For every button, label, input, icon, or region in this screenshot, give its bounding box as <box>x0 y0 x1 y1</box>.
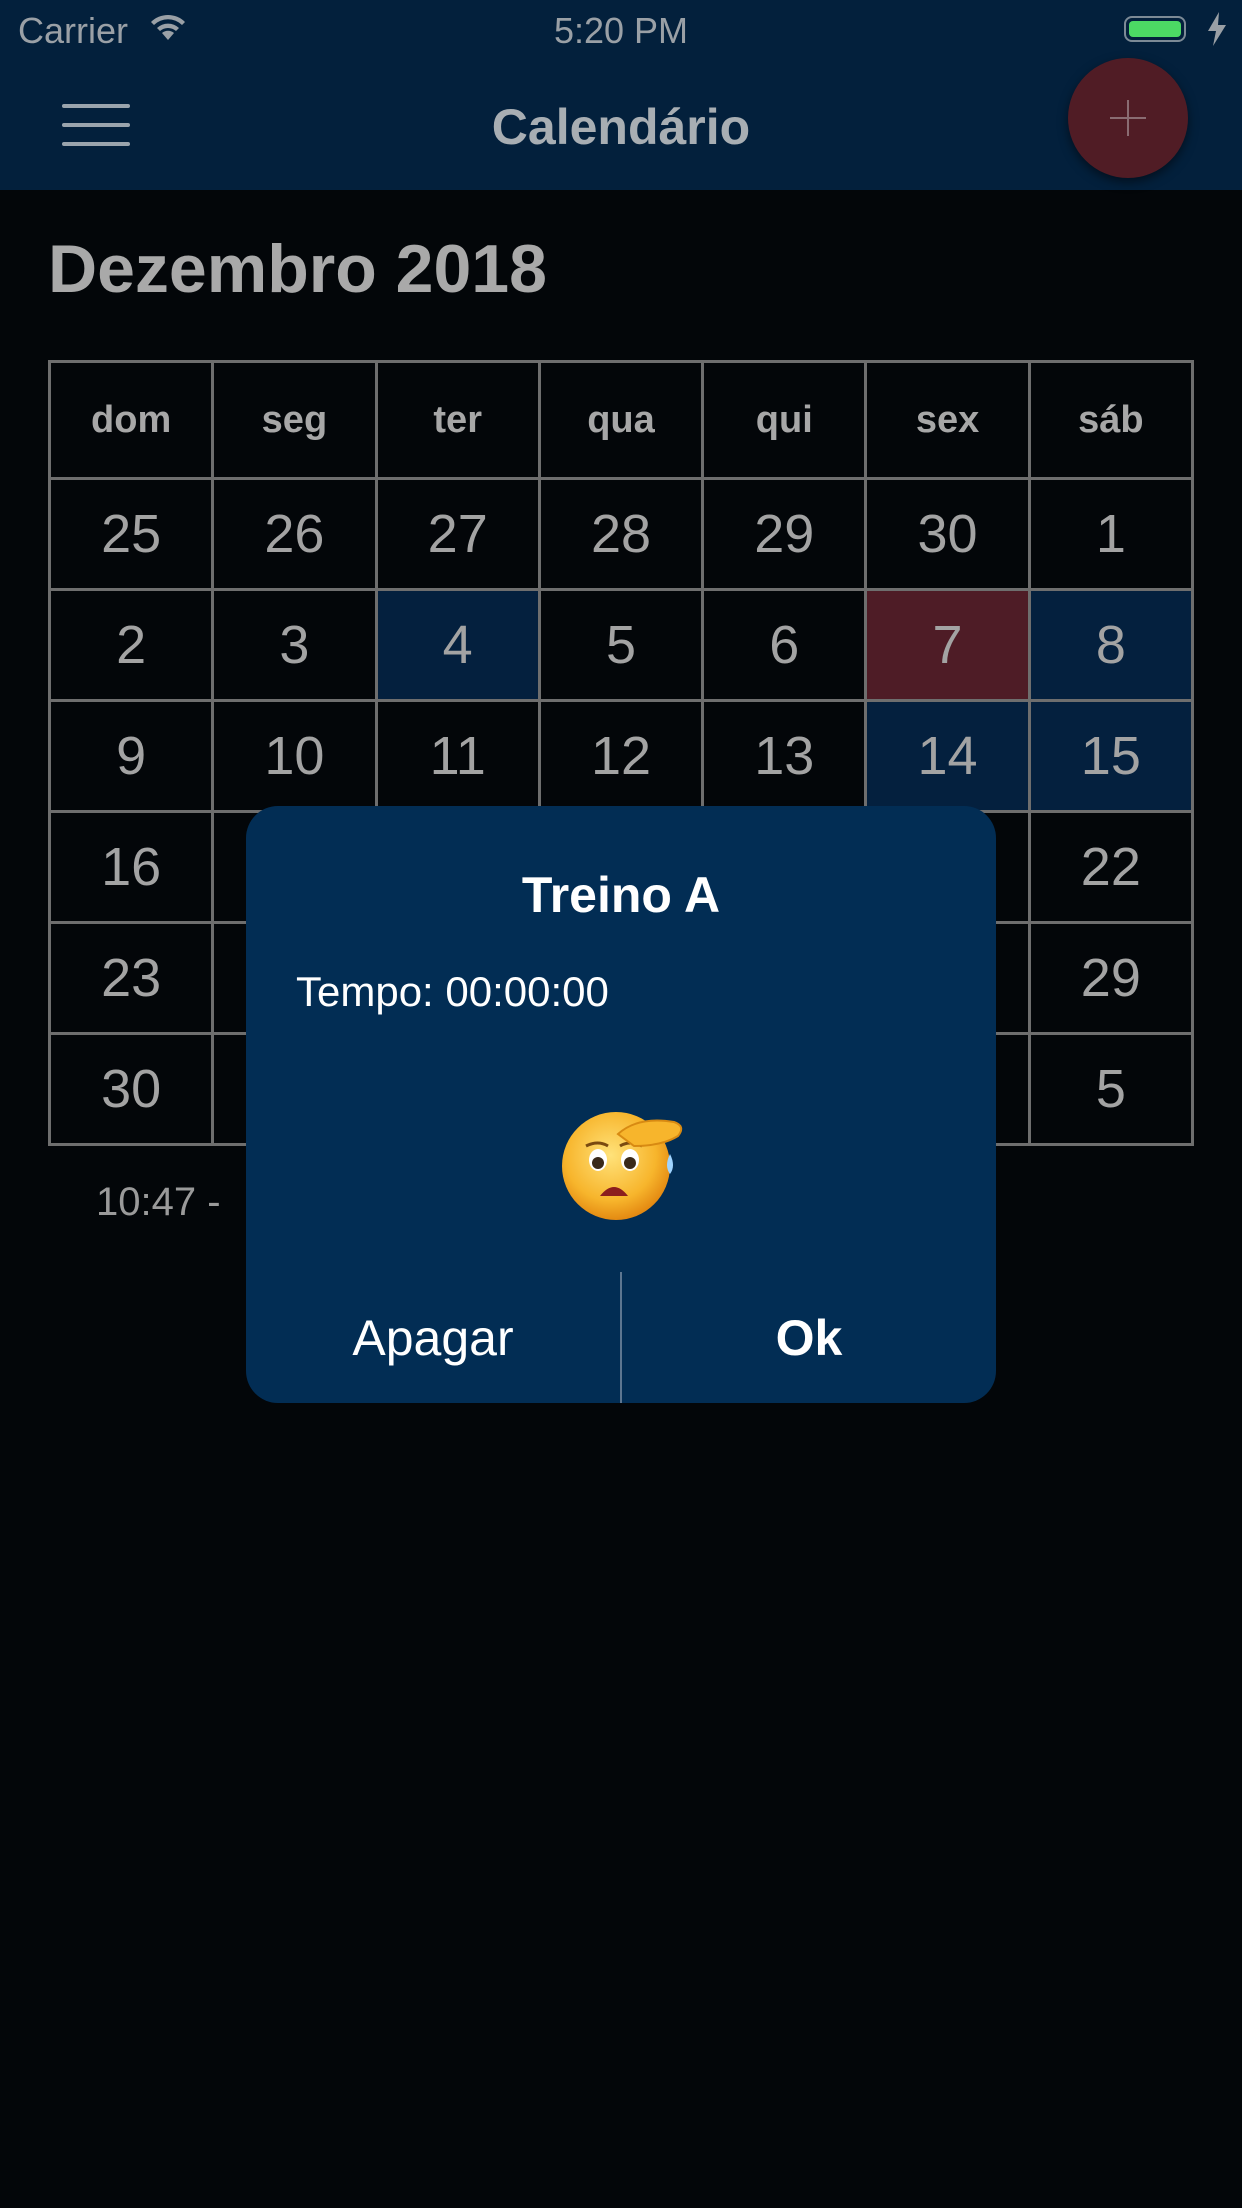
plus-icon <box>1110 100 1146 136</box>
calendar-day[interactable]: 10 <box>211 699 378 813</box>
calendar-day[interactable]: 3 <box>211 588 378 702</box>
weekday-header: dom <box>47 360 215 480</box>
tired-face-emoji-icon <box>562 1112 683 1220</box>
calendar-screen: Carrier 5:20 PM Calendário Dezembro 2018… <box>0 0 1242 2208</box>
workout-dialog: Treino A Tempo: 00:00:00 Apagar Ok <box>246 806 996 1403</box>
calendar-day[interactable]: 2 <box>47 588 215 702</box>
calendar-day[interactable]: 26 <box>211 477 378 591</box>
navigation-bar: Carrier 5:20 PM Calendário <box>0 0 1242 190</box>
calendar-day[interactable]: 27 <box>374 477 541 591</box>
weekday-header: ter <box>374 360 541 480</box>
calendar-day[interactable]: 12 <box>537 699 705 813</box>
calendar-day-workout[interactable]: 4 <box>374 588 541 702</box>
calendar-day[interactable]: 25 <box>47 477 215 591</box>
calendar-day[interactable]: 23 <box>47 921 215 1035</box>
delete-button[interactable]: Apagar <box>246 1272 620 1403</box>
weekday-header: qui <box>701 360 868 480</box>
calendar-day-workout[interactable]: 15 <box>1027 699 1195 813</box>
weekday-header: seg <box>211 360 378 480</box>
calendar-day-selected[interactable]: 7 <box>864 588 1031 702</box>
status-time: 5:20 PM <box>553 10 689 51</box>
calendar-day[interactable]: 22 <box>1027 810 1195 924</box>
calendar-day-workout[interactable]: 8 <box>1027 588 1195 702</box>
weekday-header: sáb <box>1027 360 1195 480</box>
add-button[interactable] <box>1068 58 1188 178</box>
dialog-time-text: Tempo: 00:00:00 <box>296 968 609 1015</box>
calendar-week-row: 25 26 27 28 29 30 1 <box>47 477 1195 591</box>
calendar-day[interactable]: 5 <box>537 588 705 702</box>
weekday-header: qua <box>537 360 705 480</box>
calendar-day[interactable]: 9 <box>47 699 215 813</box>
battery-icon <box>1124 16 1186 42</box>
workout-list-item[interactable]: 10:47 - <box>96 1180 221 1225</box>
dialog-title: Treino A <box>521 867 721 923</box>
calendar-day[interactable]: 6 <box>701 588 868 702</box>
calendar-day-workout[interactable]: 14 <box>864 699 1031 813</box>
calendar-day[interactable]: 11 <box>374 699 541 813</box>
calendar-day[interactable]: 30 <box>864 477 1031 591</box>
weekday-header: sex <box>864 360 1031 480</box>
month-title: Dezembro 2018 <box>48 231 547 307</box>
calendar-day[interactable]: 29 <box>701 477 868 591</box>
calendar-day[interactable]: 16 <box>47 810 215 924</box>
calendar-day[interactable]: 28 <box>537 477 705 591</box>
calendar-day[interactable]: 30 <box>47 1032 215 1146</box>
ok-button[interactable]: Ok <box>622 1272 996 1403</box>
page-title: Calendário <box>491 99 751 155</box>
calendar-week-row: 2 3 4 5 6 7 8 <box>47 588 1195 702</box>
weekday-header-row: dom seg ter qua qui sex sáb <box>47 360 1195 480</box>
calendar-day[interactable]: 13 <box>701 699 868 813</box>
charging-bolt-icon <box>1208 12 1226 46</box>
calendar-day[interactable]: 29 <box>1027 921 1195 1035</box>
calendar-week-row: 9 10 11 12 13 14 15 <box>47 699 1195 813</box>
calendar-day[interactable]: 1 <box>1027 477 1195 591</box>
calendar-day[interactable]: 5 <box>1027 1032 1195 1146</box>
